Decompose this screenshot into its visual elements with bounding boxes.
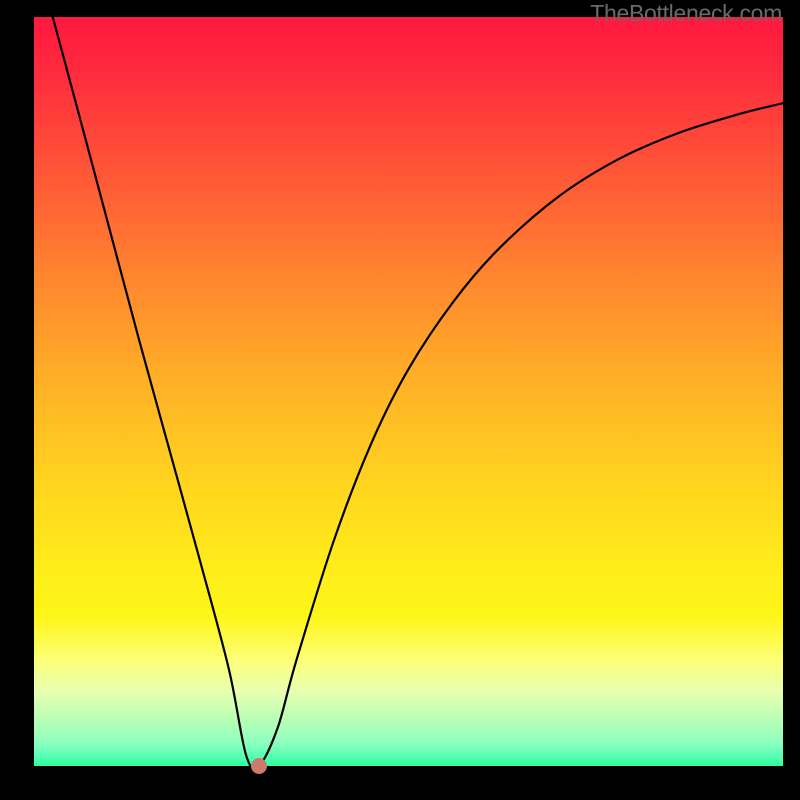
bottleneck-curve xyxy=(34,17,783,766)
chart-frame: TheBottleneck.com xyxy=(0,0,800,800)
plot-area xyxy=(34,17,783,766)
optimum-marker xyxy=(251,758,267,774)
watermark-text: TheBottleneck.com xyxy=(590,0,782,27)
